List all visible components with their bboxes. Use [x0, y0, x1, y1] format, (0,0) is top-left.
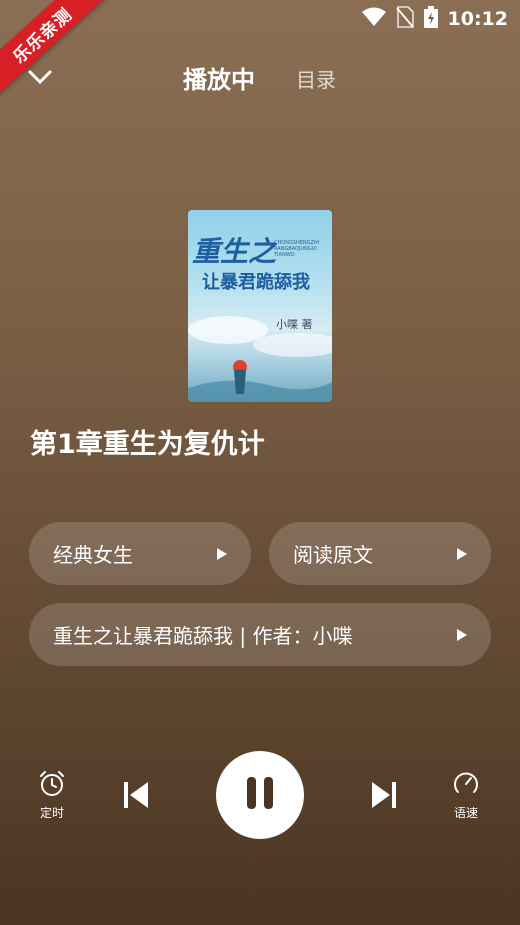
player-controls: 定时 语速	[0, 750, 520, 840]
read-original-label: 阅读原文	[293, 543, 373, 567]
wifi-icon	[361, 7, 386, 31]
alarm-clock-icon	[38, 770, 66, 802]
status-time: 10:12	[447, 8, 508, 30]
chapter-title: 第1章重生为复仇计	[30, 429, 265, 460]
tab-catalog[interactable]: 目录	[296, 64, 336, 93]
speed-button[interactable]: 语速	[452, 770, 480, 821]
status-icons: 10:12	[361, 6, 508, 32]
collapse-chevron-icon[interactable]	[26, 62, 54, 90]
play-arrow-icon	[457, 628, 467, 641]
pause-button[interactable]	[216, 751, 304, 839]
pause-icon	[245, 776, 275, 814]
book-info-label: 重生之让暴君跪舔我 | 作者：小喋	[53, 624, 353, 648]
previous-track-icon[interactable]	[122, 780, 150, 814]
genre-label: 经典女生	[53, 543, 133, 567]
cover-title-line1: 重生之	[192, 235, 277, 268]
cover-title-line2: 让暴君跪舔我	[202, 272, 310, 293]
no-sim-icon	[395, 6, 414, 32]
play-arrow-icon	[217, 547, 227, 560]
cover-author: 小喋 著	[276, 318, 313, 331]
battery-charging-icon	[423, 6, 438, 32]
next-track-icon[interactable]	[370, 780, 398, 814]
tab-playing[interactable]: 播放中	[183, 60, 255, 95]
play-arrow-icon	[457, 547, 467, 560]
header: 播放中 目录	[0, 56, 520, 96]
read-original-button[interactable]: 阅读原文	[269, 522, 491, 585]
cover-pinyin: CHONGSHENGZHI RANGBAOJUNGUI TIANWO	[274, 240, 320, 258]
timer-button[interactable]: 定时	[38, 770, 66, 821]
timer-label: 定时	[39, 806, 64, 820]
speedometer-icon	[452, 770, 480, 802]
speed-label: 语速	[453, 806, 478, 820]
genre-button[interactable]: 经典女生	[29, 522, 251, 585]
book-cover[interactable]: 重生之 CHONGSHENGZHI RANGBAOJUNGUI TIANWO 让…	[188, 210, 332, 402]
book-info-button[interactable]: 重生之让暴君跪舔我 | 作者：小喋	[29, 603, 491, 666]
